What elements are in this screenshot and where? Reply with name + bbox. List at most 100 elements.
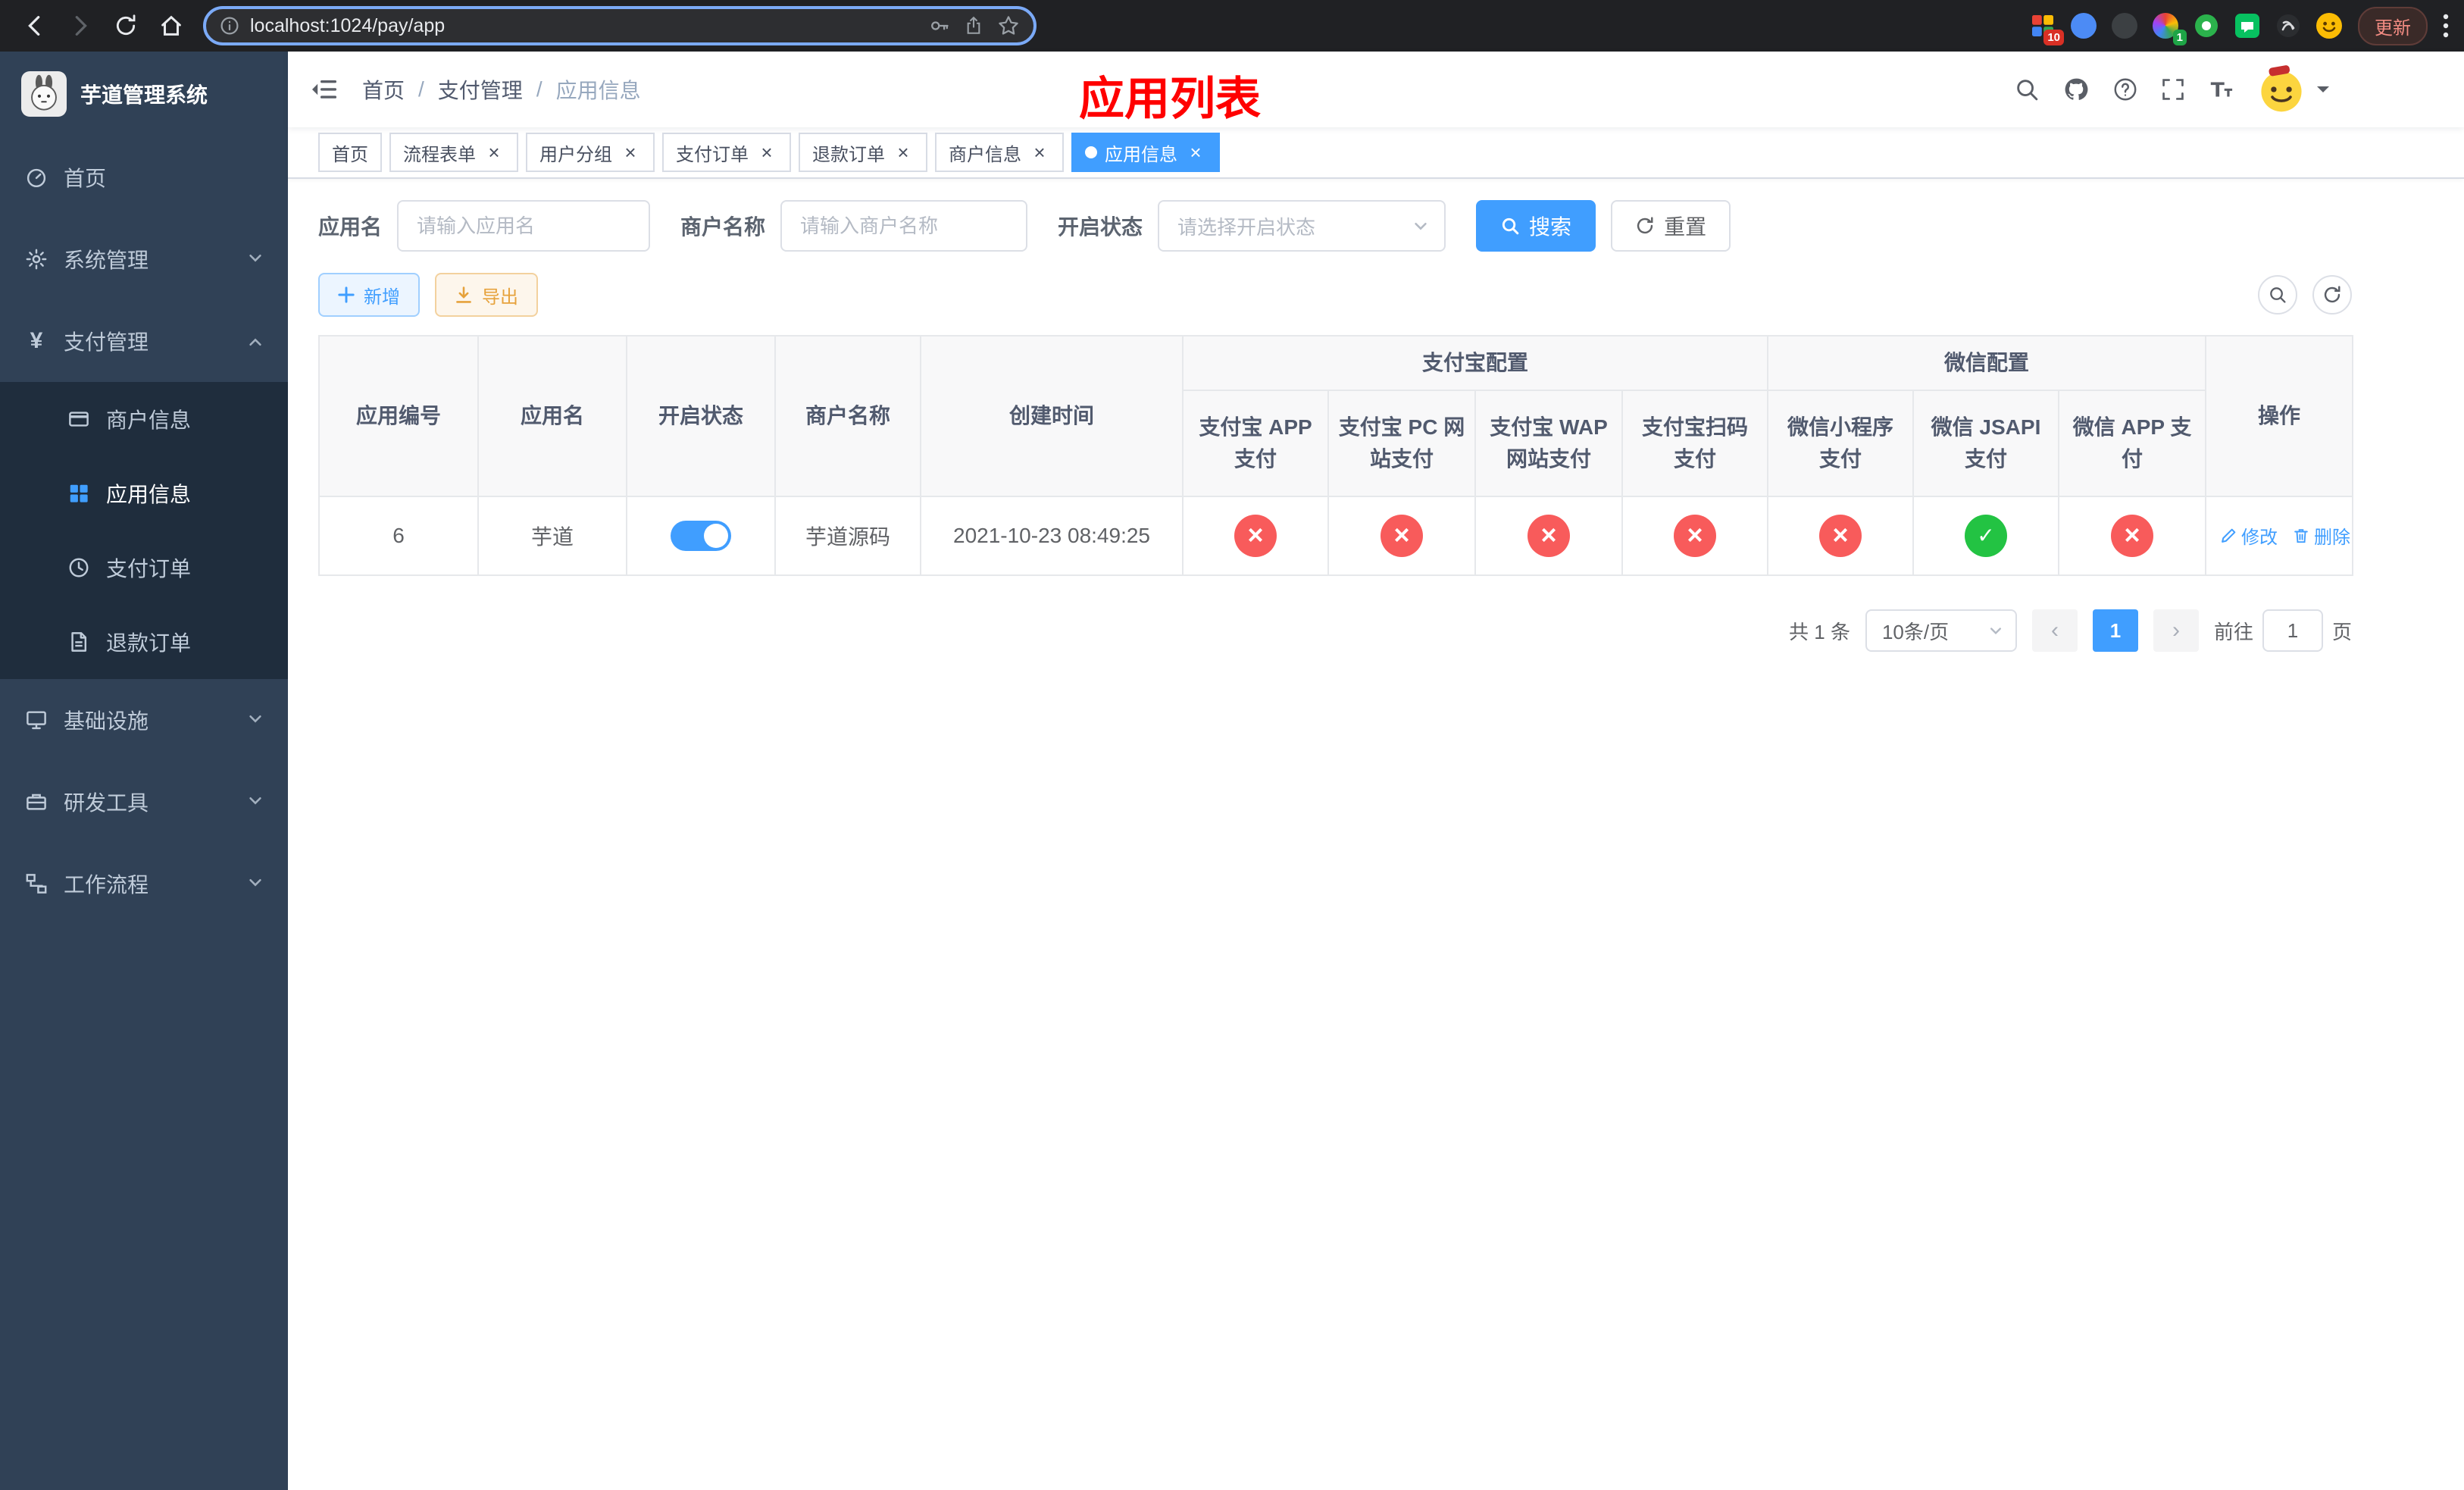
table-toolbar: 新增 导出 <box>318 273 2352 317</box>
close-icon[interactable]: × <box>756 142 777 163</box>
tags-view: 首页 流程表单 × 用户分组 × 支付订单 × 退款订单 × 商户信息 × 应用信息 × <box>288 127 2464 179</box>
status-label: 开启状态 <box>1058 215 1143 239</box>
breadcrumb-home[interactable]: 首页 <box>362 74 405 105</box>
chevron-down-icon <box>247 708 264 732</box>
alipay-wap-status-icon <box>1527 515 1570 557</box>
search-button[interactable]: 搜索 <box>1476 200 1596 252</box>
chevron-up-icon <box>247 329 264 353</box>
add-button[interactable]: 新增 <box>318 273 420 317</box>
back-icon[interactable] <box>15 6 55 45</box>
status-toggle[interactable] <box>671 521 731 551</box>
page-number-button[interactable]: 1 <box>2092 609 2138 652</box>
breadcrumb-payment[interactable]: 支付管理 <box>438 74 523 105</box>
caret-down-icon <box>2315 82 2331 97</box>
toolbox-icon <box>24 790 48 813</box>
user-avatar[interactable] <box>2256 64 2331 114</box>
tab-refund-orders[interactable]: 退款订单 × <box>799 133 927 172</box>
col-group-wechat: 微信配置 <box>1767 335 2207 391</box>
app-title: 芋道管理系统 <box>80 83 208 107</box>
sidebar-item-dev-tools[interactable]: 研发工具 <box>0 761 288 843</box>
app-logo[interactable]: 芋道管理系统 <box>0 52 288 136</box>
site-info-icon[interactable] <box>220 16 239 36</box>
chevron-down-icon <box>247 790 264 814</box>
apps-table: 应用编号 应用名 开启状态 商户名称 创建时间 支付宝配置 微信配置 操作 支付… <box>318 335 2354 576</box>
sidebar-item-app-info[interactable]: 应用信息 <box>0 456 288 531</box>
url-text[interactable]: localhost:1024/pay/app <box>250 15 918 37</box>
plus-icon <box>338 286 355 303</box>
delete-link[interactable]: 删除 <box>2293 522 2350 549</box>
sidebar-item-infra[interactable]: 基础设施 <box>0 679 288 761</box>
tab-payment-orders[interactable]: 支付订单 × <box>662 133 791 172</box>
credit-card-icon <box>67 408 91 430</box>
sidebar-item-home[interactable]: 首页 <box>0 136 288 218</box>
edit-link[interactable]: 修改 <box>2220 522 2278 549</box>
breadcrumb-current: 应用信息 <box>555 79 641 102</box>
bookmark-star-icon[interactable] <box>997 14 1020 37</box>
extension-knot-icon[interactable] <box>2275 12 2302 39</box>
avatar-emoji-icon <box>2261 65 2302 112</box>
share-icon[interactable] <box>964 16 983 36</box>
sidebar-item-system[interactable]: 系统管理 <box>0 218 288 300</box>
close-icon[interactable]: × <box>620 142 641 163</box>
address-bar[interactable]: localhost:1024/pay/app <box>203 6 1037 45</box>
extension-badge: 1 <box>2172 30 2187 45</box>
close-icon[interactable]: × <box>893 142 914 163</box>
browser-update-button[interactable]: 更新 <box>2358 6 2428 45</box>
status-select[interactable]: 请选择开启状态 <box>1158 200 1446 252</box>
sidebar-item-workflow[interactable]: 工作流程 <box>0 843 288 925</box>
extension-grid-icon[interactable]: 10 <box>2029 12 2064 45</box>
tab-merchant-info[interactable]: 商户信息 × <box>935 133 1064 172</box>
close-icon[interactable]: × <box>483 142 505 163</box>
sidebar-item-merchant-info[interactable]: 商户信息 <box>0 382 288 456</box>
tab-app-info[interactable]: 应用信息 × <box>1071 133 1220 172</box>
extension-badge: 10 <box>2043 30 2064 45</box>
grid-icon <box>67 482 91 505</box>
fullscreen-icon[interactable] <box>2161 77 2185 102</box>
sidebar-item-payment[interactable]: ¥ 支付管理 <box>0 300 288 382</box>
extension-dark-icon[interactable] <box>2111 12 2138 39</box>
tab-user-group[interactable]: 用户分组 × <box>526 133 655 172</box>
home-icon[interactable] <box>152 6 191 45</box>
close-icon[interactable]: × <box>1185 142 1206 163</box>
alipay-qr-status-icon <box>1674 515 1716 557</box>
refresh-icon[interactable] <box>2312 275 2352 315</box>
reset-button[interactable]: 重置 <box>1611 200 1731 252</box>
merchant-name-input[interactable] <box>780 200 1028 252</box>
reload-icon[interactable] <box>106 6 145 45</box>
search-icon[interactable] <box>2014 77 2040 102</box>
goto-label: 前往 <box>2213 620 2253 643</box>
sidebar-item-payment-orders[interactable]: 支付订单 <box>0 531 288 605</box>
goto-page-input[interactable] <box>2262 609 2323 652</box>
extension-green-circle-icon[interactable] <box>2193 12 2220 39</box>
toggle-search-icon[interactable] <box>2258 275 2297 315</box>
logo-rabbit-icon <box>21 71 67 117</box>
browser-toolbar: localhost:1024/pay/app 10 1 更新 <box>0 0 2464 52</box>
yen-icon: ¥ <box>30 328 43 353</box>
help-icon[interactable] <box>2112 77 2138 102</box>
sidebar-item-refund-orders[interactable]: 退款订单 <box>0 605 288 679</box>
password-key-icon[interactable] <box>929 15 950 36</box>
github-icon[interactable] <box>2062 76 2090 103</box>
browser-menu-icon[interactable] <box>2443 14 2449 38</box>
prev-page-button[interactable]: ‹ <box>2031 609 2078 652</box>
forward-icon[interactable] <box>61 6 100 45</box>
tab-process-form[interactable]: 流程表单 × <box>389 133 518 172</box>
font-size-icon[interactable] <box>2208 77 2234 102</box>
sidebar-fold-icon[interactable] <box>311 76 338 103</box>
workflow-icon <box>24 872 48 895</box>
export-button[interactable]: 导出 <box>435 273 538 317</box>
extension-blue-icon[interactable] <box>2070 12 2097 39</box>
cell-app-id: 6 <box>318 496 479 576</box>
col-group-alipay: 支付宝配置 <box>1181 335 1769 391</box>
goto-unit: 页 <box>2331 620 2352 643</box>
tab-home[interactable]: 首页 <box>318 133 382 172</box>
app-name-input[interactable] <box>397 200 651 252</box>
page-size-select[interactable]: 10条/页 <box>1865 609 2017 652</box>
profile-avatar-icon[interactable] <box>2315 12 2343 39</box>
payment-submenu: 商户信息 应用信息 支付订单 退款订单 <box>0 382 288 679</box>
extension-chat-icon[interactable] <box>2234 12 2261 39</box>
close-icon[interactable]: × <box>1029 142 1050 163</box>
cell-merchant: 芋道源码 <box>774 496 921 576</box>
extension-rainbow-icon[interactable]: 1 <box>2152 12 2187 45</box>
next-page-button[interactable]: › <box>2153 609 2199 652</box>
